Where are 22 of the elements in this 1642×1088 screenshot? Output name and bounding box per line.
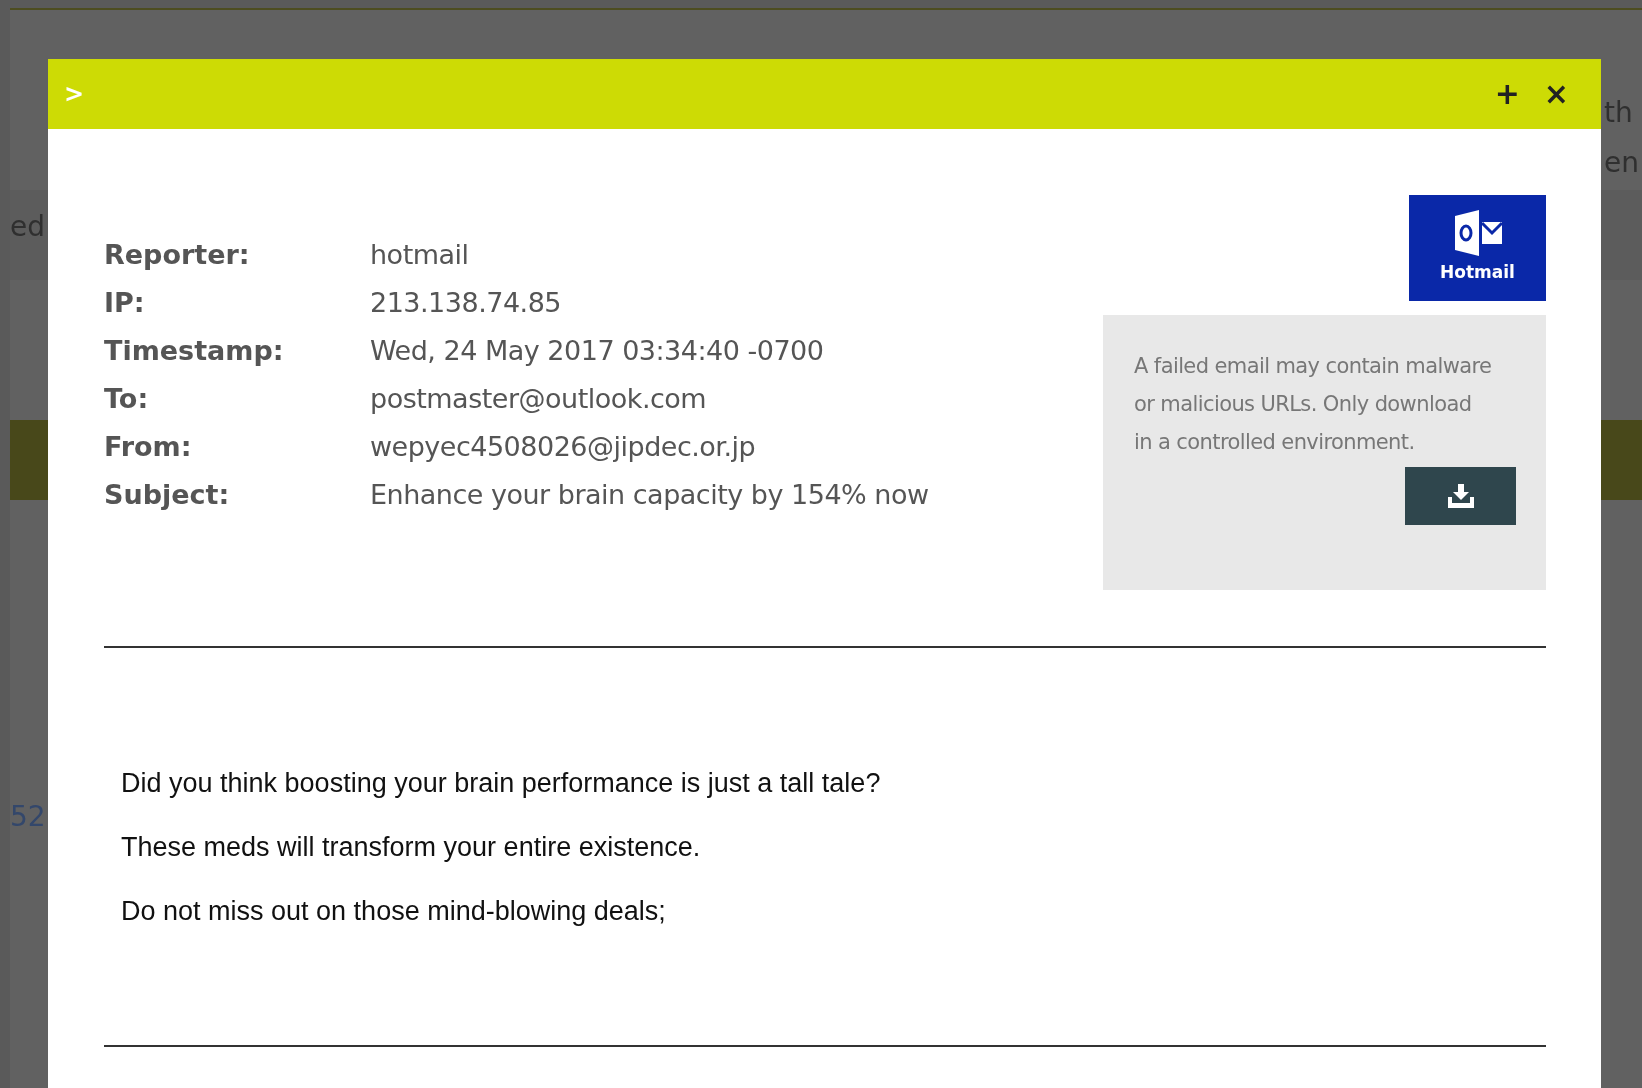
field-value: 213.138.74.85 — [370, 285, 562, 320]
field-label: To: — [104, 381, 150, 416]
field-label: Reporter: — [104, 237, 251, 272]
field-label: IP: — [104, 285, 146, 320]
message-line: Did you think boosting your brain performance is just a tall tale? — [121, 768, 882, 799]
message-line: These meds will transform your entire existence. — [121, 832, 702, 863]
field-value: wepyec4508026@jipdec.or.jp — [370, 429, 756, 464]
warning-text: A failed email may contain malware or malicious URLs. Only download in a controlled environment. — [1134, 353, 1493, 456]
field-value: Wed, 24 May 2017 03:34:40 -0700 — [370, 333, 824, 368]
message-line: Do not miss out on those mind-blowing deals; — [121, 896, 667, 927]
field-value: postmaster@outlook.com — [370, 381, 707, 416]
close-button[interactable]: × — [1531, 79, 1581, 109]
field-label: Timestamp: — [104, 333, 285, 368]
field-label: Subject: — [104, 477, 231, 512]
outlook-icon — [1452, 210, 1503, 257]
download-button[interactable] — [1405, 467, 1516, 525]
logo-label: Hotmail — [1440, 261, 1515, 285]
field-value: hotmail — [370, 237, 469, 272]
field-value: Enhance your brain capacity by 154% now — [370, 477, 929, 512]
add-button[interactable]: + — [1482, 79, 1532, 109]
field-label: From: — [104, 429, 193, 464]
download-icon — [1446, 484, 1475, 508]
